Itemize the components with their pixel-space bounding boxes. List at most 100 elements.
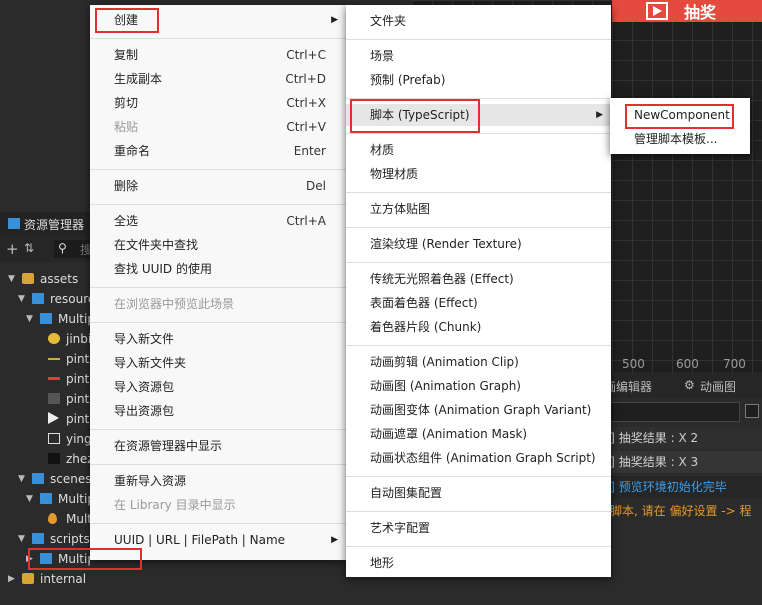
menu-item-shortcut: Ctrl+V — [286, 120, 326, 134]
axis-tick-label: 500 — [622, 357, 645, 371]
tree-item-label: scripts — [50, 532, 90, 546]
menu-item[interactable]: 预制 (Prefab) — [346, 69, 611, 91]
menu-item[interactable]: 动画图 (Animation Graph) — [346, 375, 611, 397]
tree-item[interactable]: ▼ MultipleLottery — [0, 489, 90, 509]
menu-item[interactable]: 导入新文件夹 — [90, 352, 346, 374]
menu-separator — [90, 523, 346, 524]
tree-item-label: MultipleLottery — [66, 512, 90, 526]
menu-item[interactable]: 管理脚本模板... — [610, 128, 750, 150]
menu-item-label: 动画图变体 (Animation Graph Variant) — [370, 403, 592, 417]
menu-item-label: 创建 — [114, 13, 139, 27]
tree-item[interactable]: ▼ resources — [0, 289, 90, 309]
menu-item[interactable]: UUID | URL | FilePath | Name ▶ — [90, 529, 346, 551]
tree-item-label: jinbi — [66, 332, 90, 346]
submenu-arrow-icon: ▶ — [331, 15, 338, 25]
tab-animation-graph[interactable]: 动画图 — [700, 378, 736, 395]
menu-item-label: 导出资源包 — [114, 404, 175, 418]
menu-item[interactable]: 动画状态组件 (Animation Graph Script) — [346, 447, 611, 469]
menu-item-label: 着色器片段 (Chunk) — [370, 320, 482, 334]
menu-item-label: UUID | URL | FilePath | Name — [114, 533, 286, 547]
menu-item-label: 在资源管理器中显示 — [114, 439, 223, 453]
tree-item[interactable]: ▼ MultipleLottery — [0, 309, 90, 329]
tree-item[interactable]: ▶ MultipleLottery — [0, 549, 90, 569]
tree-item[interactable]: yingyi — [0, 429, 90, 449]
scene-icon — [48, 513, 57, 524]
context-menu-main: 创建 ▶ 复制 Ctrl+C 生成副本 Ctrl+D 剪切 Ctrl+X 粘贴 Ctrl+V 重命名… — [90, 5, 346, 560]
tree-item[interactable]: ▼ assets — [0, 269, 90, 289]
menu-item[interactable]: 剪切 Ctrl+X — [90, 92, 346, 114]
menu-item[interactable]: 材质 — [346, 139, 611, 161]
menu-item[interactable]: 复制 Ctrl+C — [90, 44, 346, 66]
folder-icon — [32, 533, 44, 544]
menu-item[interactable]: 文件夹 — [346, 10, 611, 32]
collapse-arrow-icon[interactable]: ▼ — [26, 489, 33, 509]
tree-item[interactable]: MultipleLottery — [0, 509, 90, 529]
tree-item[interactable]: pintu — [0, 369, 90, 389]
menu-item-label: 艺术字配置 — [370, 521, 431, 535]
menu-item[interactable]: 自动图集配置 — [346, 482, 611, 504]
menu-item-label: 渲染纹理 (Render Texture) — [370, 237, 522, 251]
menu-item[interactable]: 渲染纹理 (Render Texture) — [346, 233, 611, 255]
menu-item-label: 导入新文件夹 — [114, 356, 187, 370]
menu-item[interactable]: 物理材质 — [346, 163, 611, 185]
menu-item[interactable]: NewComponent — [610, 104, 750, 126]
menu-item[interactable]: 脚本 (TypeScript) ▶ — [346, 104, 611, 126]
collapse-arrow-icon[interactable]: ▼ — [8, 269, 15, 289]
menu-item-label: 文件夹 — [370, 14, 407, 28]
menu-item[interactable]: 在资源管理器中显示 — [90, 435, 346, 457]
menu-separator — [90, 464, 346, 465]
add-icon[interactable]: + — [6, 240, 19, 258]
menu-item[interactable]: 立方体贴图 — [346, 198, 611, 220]
console-checkbox[interactable] — [745, 404, 759, 418]
menu-item-label: 复制 — [114, 48, 139, 62]
menu-item[interactable]: 创建 ▶ — [90, 9, 346, 31]
tree-item-label: pintu — [66, 392, 90, 406]
menu-separator — [90, 204, 346, 205]
menu-item[interactable]: 着色器片段 (Chunk) — [346, 316, 611, 338]
tree-item[interactable]: pintu — [0, 389, 90, 409]
menu-item[interactable]: 重命名 Enter — [90, 140, 346, 162]
menu-item[interactable]: 重新导入资源 — [90, 470, 346, 492]
tree-item[interactable]: pintu — [0, 409, 90, 429]
menu-item[interactable]: 删除 Del — [90, 175, 346, 197]
menu-item[interactable]: 全选 Ctrl+A — [90, 210, 346, 232]
menu-item[interactable]: 动画图变体 (Animation Graph Variant) — [346, 399, 611, 421]
tree-item[interactable]: ▼ scripts — [0, 529, 90, 549]
tree-item[interactable]: zhezhao — [0, 449, 90, 469]
menu-item[interactable]: 导入新文件 — [90, 328, 346, 350]
collapse-arrow-icon[interactable]: ▼ — [26, 309, 33, 329]
menu-item[interactable]: 艺术字配置 — [346, 517, 611, 539]
menu-item[interactable]: 表面着色器 (Effect) — [346, 292, 611, 314]
tree-item[interactable]: ▶ internal — [0, 569, 90, 589]
menu-item[interactable]: 地形 — [346, 552, 611, 574]
tree-item[interactable]: pintu — [0, 349, 90, 369]
menu-separator — [346, 345, 611, 346]
menu-item-label: 在浏览器中预览此场景 — [114, 297, 235, 311]
expand-arrow-icon[interactable]: ▶ — [26, 549, 33, 569]
sort-icon[interactable]: ⇅ — [24, 241, 34, 255]
menu-item-label: 生成副本 — [114, 72, 163, 86]
expand-arrow-icon[interactable]: ▶ — [8, 569, 15, 589]
menu-item[interactable]: 导出资源包 — [90, 400, 346, 422]
asset-search-input[interactable]: ⚲ 搜 — [54, 240, 92, 258]
menu-item-label: 在 Library 目录中显示 — [114, 498, 236, 512]
tab-animation-editor[interactable]: 画编辑器 — [604, 378, 652, 395]
menu-item[interactable]: 生成副本 Ctrl+D — [90, 68, 346, 90]
collapse-arrow-icon[interactable]: ▼ — [18, 529, 25, 549]
menu-item[interactable]: 场景 — [346, 45, 611, 67]
console-filter-input[interactable] — [600, 402, 740, 422]
menu-item[interactable]: 导入资源包 — [90, 376, 346, 398]
menu-item[interactable]: 动画遮罩 (Animation Mask) — [346, 423, 611, 445]
menu-item[interactable]: 动画剪辑 (Animation Clip) — [346, 351, 611, 373]
menu-item-label: 表面着色器 (Effect) — [370, 296, 478, 310]
collapse-arrow-icon[interactable]: ▼ — [18, 289, 25, 309]
menu-item[interactable]: 传统无光照着色器 (Effect) — [346, 268, 611, 290]
menu-item[interactable]: 查找 UUID 的使用 — [90, 258, 346, 280]
collapse-arrow-icon[interactable]: ▼ — [18, 469, 25, 489]
lottery-play-button[interactable]: 抽奖 — [612, 0, 762, 22]
menu-separator — [90, 287, 346, 288]
menu-separator — [346, 546, 611, 547]
tree-item[interactable]: ▼ scenes — [0, 469, 90, 489]
menu-item[interactable]: 在文件夹中查找 — [90, 234, 346, 256]
tree-item[interactable]: jinbi — [0, 329, 90, 349]
